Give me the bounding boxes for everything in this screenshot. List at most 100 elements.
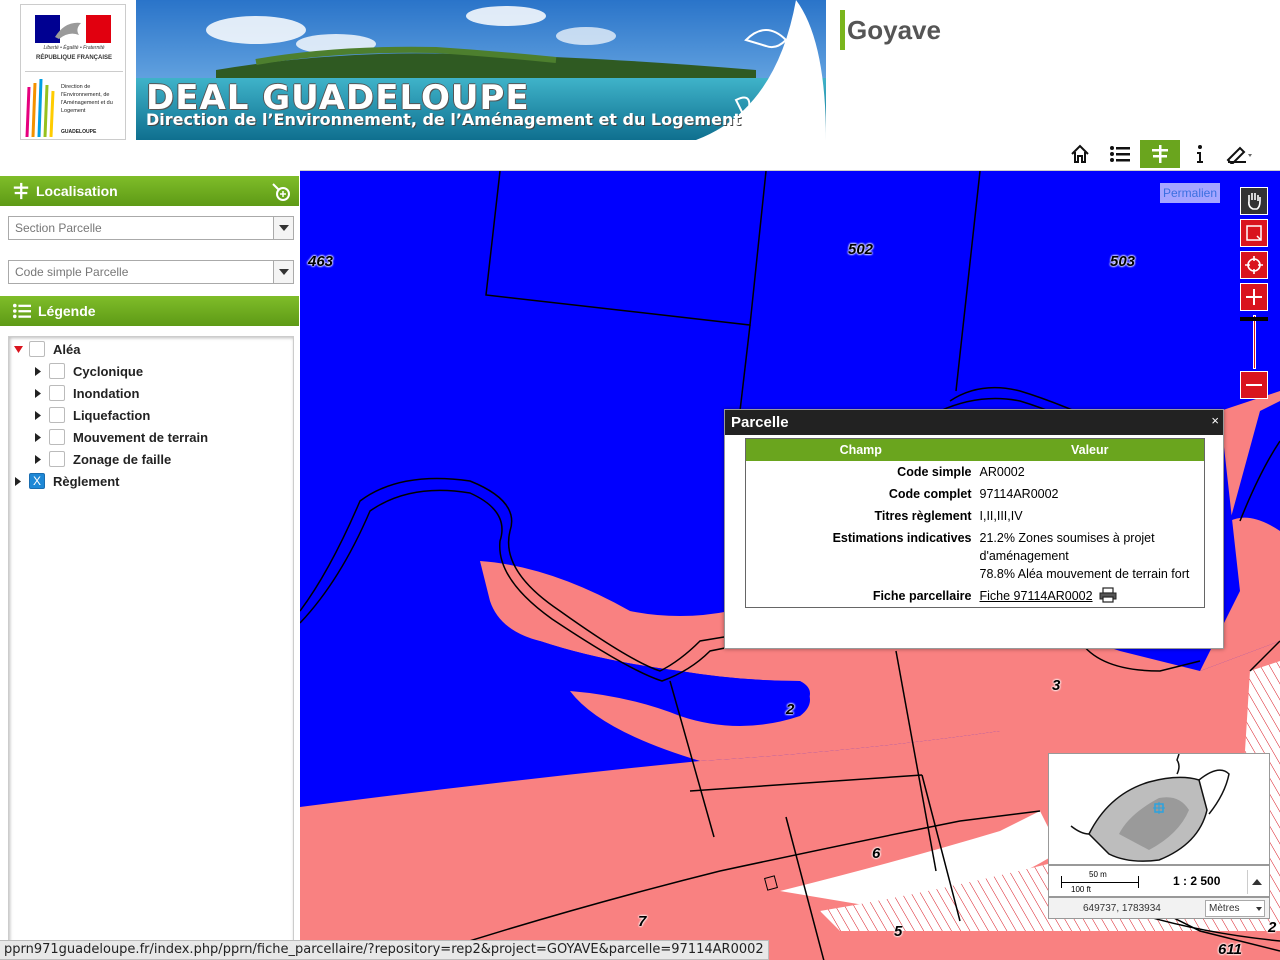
parcel-label: 502 — [848, 241, 874, 258]
parcel-label: 503 — [1110, 253, 1136, 270]
code-simple-placeholder: Code simple Parcelle — [15, 265, 129, 279]
localisation-icon — [1152, 145, 1168, 163]
map-viewport[interactable]: 463 502 503 2 3 6 7 5 611 2 Permalien Pa… — [300, 170, 1280, 960]
zoom-box-icon — [1246, 225, 1262, 241]
field-label: Estimations indicatives — [832, 530, 972, 545]
scale-metric: 50 m — [1089, 870, 1107, 879]
triangle-collapsed-icon[interactable] — [33, 410, 43, 420]
localisation-button[interactable] — [1140, 140, 1180, 168]
legend-button[interactable] — [1100, 140, 1140, 168]
legend-item-label: Cyclonique — [73, 363, 144, 379]
zoom-slider-thumb[interactable] — [1240, 317, 1268, 321]
pan-button[interactable] — [1240, 187, 1268, 215]
legend-item-mouvement-de-terrain[interactable]: Mouvement de terrain — [33, 427, 208, 447]
triangle-collapsed-icon[interactable] — [33, 366, 43, 376]
parcel-label: 6 — [872, 845, 881, 862]
chevron-up-icon — [1251, 879, 1262, 885]
printer-icon[interactable] — [1099, 586, 1117, 603]
chevron-down-icon[interactable] — [273, 261, 293, 283]
section-parcelle-select[interactable]: Section Parcelle — [8, 216, 294, 240]
code-simple-parcelle-select[interactable]: Code simple Parcelle — [8, 260, 294, 284]
home-icon — [1071, 144, 1089, 163]
zoom-box-button[interactable] — [1240, 219, 1268, 247]
chevron-down-icon[interactable] — [273, 217, 293, 239]
table-row: Fiche parcellaire Fiche 97114AR0002 — [746, 585, 1205, 608]
legend-checkbox[interactable] — [49, 451, 65, 467]
measure-icon — [1226, 146, 1252, 164]
parcel-label: 2 — [786, 701, 795, 718]
legend-item-label: Aléa — [53, 341, 81, 357]
parcel-label: 2 — [1268, 919, 1277, 936]
section-parcelle-placeholder: Section Parcelle — [15, 221, 102, 235]
field-value: 97114AR0002 — [979, 486, 1059, 501]
field-label: Titres règlement — [874, 508, 972, 523]
table-row: Code complet 97114AR0002 — [746, 483, 1205, 505]
logo-motto: Liberté • Égalité • Fraternité — [43, 45, 105, 51]
measure-button[interactable] — [1220, 140, 1260, 168]
legend-item-label: Zonage de faille — [73, 451, 172, 467]
localisation-header[interactable]: Localisation — [0, 176, 299, 206]
popup-title: Parcelle — [731, 414, 789, 431]
legend-checkbox[interactable] — [49, 363, 65, 379]
project-title: Goyave — [840, 10, 941, 50]
toggle-overview-button[interactable] — [1247, 870, 1265, 894]
legend-list-icon — [1110, 146, 1130, 162]
legend-header[interactable]: Légende — [0, 296, 299, 326]
permalink-button[interactable]: Permalien — [1160, 183, 1220, 203]
fiche-parcellaire-link[interactable]: Fiche 97114AR0002 — [980, 589, 1093, 603]
zoom-out-button[interactable] — [1240, 371, 1268, 399]
logo-republic: RÉPUBLIQUE FRANÇAISE — [35, 55, 112, 61]
logo-region: GUADELOUPE — [61, 129, 97, 135]
legend-title: Légende — [38, 303, 96, 319]
info-button[interactable] — [1180, 140, 1220, 168]
triangle-collapsed-icon[interactable] — [33, 432, 43, 442]
triangle-collapsed-icon[interactable] — [33, 454, 43, 464]
estimation-line: 21.2% Zones soumises à projet d'aménagem… — [979, 530, 1155, 563]
scale-ratio: 1 : 2 500 — [1173, 874, 1221, 888]
legend-checkbox[interactable] — [49, 385, 65, 401]
legend-item-label: Liquefaction — [73, 407, 151, 423]
legend-checkbox[interactable] — [29, 341, 45, 357]
legend-item-zonage-de-faille[interactable]: Zonage de faille — [33, 449, 171, 469]
field-label: Code complet — [888, 486, 972, 501]
legend-item-cyclonique[interactable]: Cyclonique — [33, 361, 143, 381]
deal-banner: DEAL GUADELOUPE Direction de l’Environne… — [136, 0, 826, 140]
units-select[interactable]: Mètres — [1205, 900, 1265, 917]
logo-separator — [25, 71, 123, 72]
parcel-info-popup: Parcelle × Champ Valeur Code simple AR00… — [724, 409, 1224, 649]
triangle-collapsed-icon[interactable] — [13, 476, 23, 486]
triangle-expanded-icon[interactable] — [13, 344, 23, 354]
close-icon[interactable]: × — [1211, 408, 1219, 433]
plus-icon — [1246, 289, 1262, 305]
scale-line — [1061, 882, 1139, 883]
column-header-field: Champ — [745, 438, 976, 461]
marianne-logo: Liberté • Égalité • Fraternité RÉPUBLIQU… — [20, 4, 126, 140]
left-panel: Localisation Section Parcelle Code simpl… — [0, 170, 300, 960]
info-icon — [1197, 145, 1203, 163]
legend-item-alea[interactable]: Aléa — [13, 339, 80, 359]
overview-map-image — [1070, 753, 1230, 862]
field-label: Code simple — [897, 464, 972, 479]
legend-item-reglement[interactable]: X Règlement — [13, 471, 119, 491]
geolocate-button[interactable] — [1240, 251, 1268, 279]
home-button[interactable] — [1060, 140, 1100, 168]
zoom-slider-rail[interactable] — [1253, 315, 1256, 369]
legend-item-liquefaction[interactable]: Liquefaction — [33, 405, 150, 425]
parcel-info-table: Champ Valeur Code simple AR0002 Code com… — [745, 438, 1205, 608]
zoom-in-button[interactable] — [1240, 283, 1268, 311]
legend-item-inondation[interactable]: Inondation — [33, 383, 139, 403]
legend-checkbox-checked[interactable]: X — [29, 473, 45, 489]
triangle-collapsed-icon[interactable] — [33, 388, 43, 398]
field-value: I,II,III,IV — [979, 508, 1023, 523]
chevron-down-icon — [1256, 907, 1262, 911]
overview-map[interactable] — [1048, 753, 1270, 865]
zoom-slider[interactable] — [1240, 315, 1268, 371]
header: Liberté • Égalité • Fraternité RÉPUBLIQU… — [0, 0, 1280, 170]
scale-bar: 50 m 100 ft 1 : 2 500 — [1048, 865, 1270, 897]
hand-icon — [1248, 193, 1261, 210]
parcel-label: 5 — [894, 923, 903, 940]
legend-checkbox[interactable] — [49, 429, 65, 445]
legend-checkbox[interactable] — [49, 407, 65, 423]
zoom-to-locate-icon[interactable] — [271, 182, 291, 205]
field-value: 21.2% Zones soumises à projet d'aménagem… — [976, 527, 1205, 585]
